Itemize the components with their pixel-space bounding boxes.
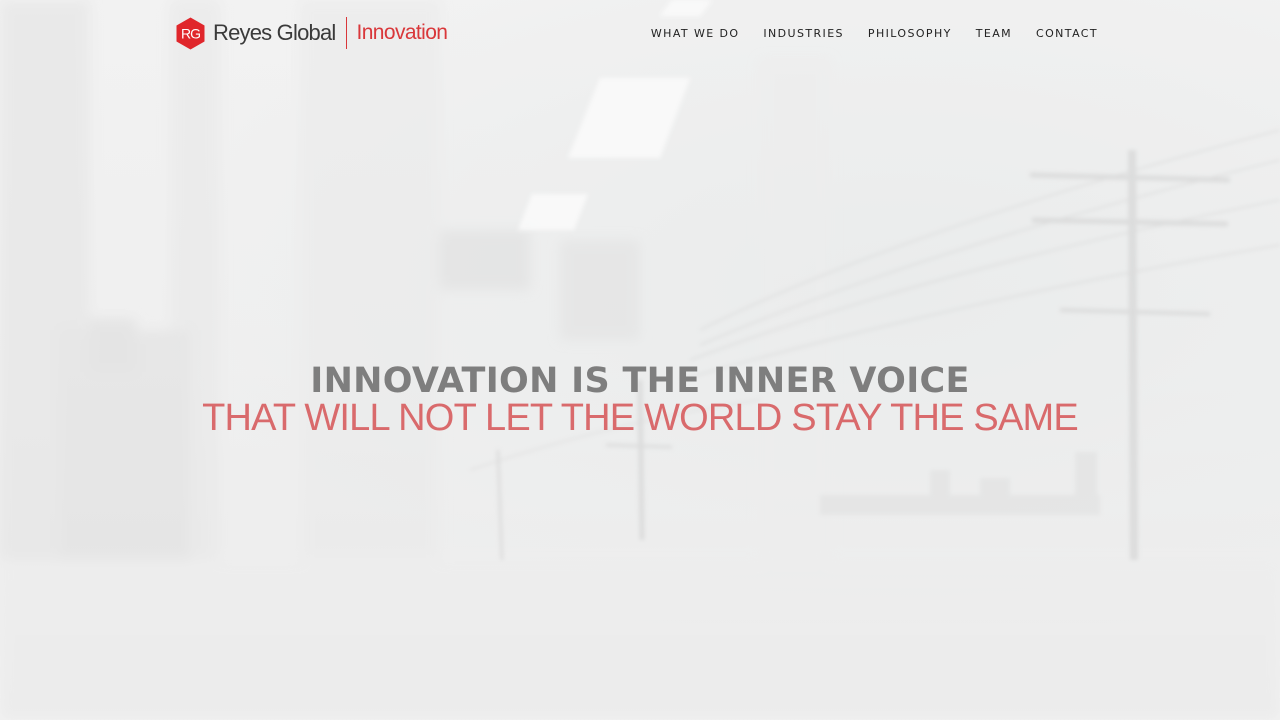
nav-item-industries[interactable]: INDUSTRIES [763,27,844,40]
nav-item-what-we-do[interactable]: WHAT WE DO [651,27,740,40]
hero-subheadline: THAT WILL NOT LET THE WORLD STAY THE SAM… [202,397,1079,439]
hero-headline: INNOVATION IS THE INNER VOICE [310,361,970,401]
company-name: Reyes Global [213,20,336,45]
landing-page: RG Reyes Global Innovation WHAT WE DO IN… [0,0,1280,720]
main-navigation: WHAT WE DO INDUSTRIES PHILOSOPHY TEAM CO… [627,27,1098,40]
nav-item-philosophy[interactable]: PHILOSOPHY [868,27,952,40]
logo-divider [346,17,348,49]
nav-item-team[interactable]: TEAM [976,27,1012,40]
site-header: RG Reyes Global Innovation WHAT WE DO IN… [0,0,1280,70]
hero-section: INNOVATION IS THE INNER VOICE THAT WILL … [0,360,1280,438]
logo-tagline: Innovation [356,21,448,44]
brand-logo-link[interactable]: RG Reyes Global Innovation [175,16,448,50]
rg-monogram-icon: RG [176,17,205,49]
nav-item-contact[interactable]: CONTACT [1036,27,1098,40]
svg-text:RG: RG [181,25,200,41]
